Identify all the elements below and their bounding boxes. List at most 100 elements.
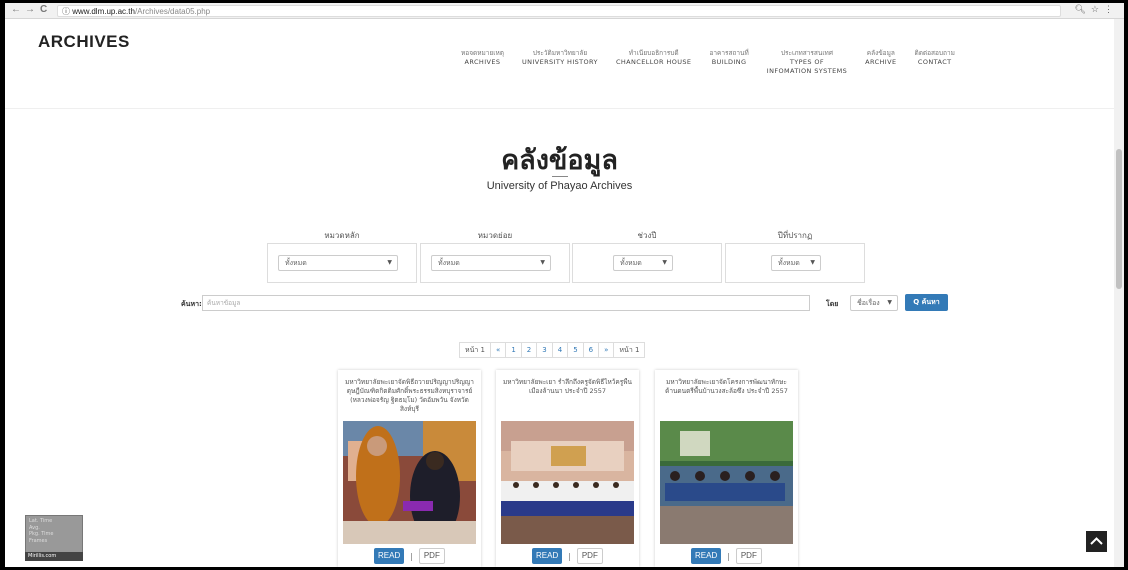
recording-hud: Lat. Time Avg. Pkg. Time Frames <box>25 515 83 553</box>
pager-page-6[interactable]: 6 <box>584 343 600 357</box>
nav-chancellor-th: ทำเนียบอธิการบดี <box>628 49 679 57</box>
nav-archives-th: หอจดหมายเหตุ <box>461 49 504 57</box>
chevron-down-icon: ▼ <box>887 299 892 306</box>
nav-types-en: TYPES OF <box>789 58 825 66</box>
action-separator: | <box>727 551 730 561</box>
nav-building[interactable]: อาคารสถานที่ BUILDING <box>700 49 757 76</box>
nav-types-th: ประเภทสารสนเทศ <box>780 49 833 57</box>
action-separator: | <box>410 551 413 561</box>
year-select[interactable]: ทั้งหมด ▼ <box>771 255 821 271</box>
nav-contact[interactable]: ติดต่อสอบถาม CONTACT <box>905 49 963 76</box>
pager-page-2[interactable]: 2 <box>522 343 538 357</box>
hud-brand: Mirillis.com <box>25 552 83 561</box>
archive-card: มหาวิทยาลัยพะเยาจัดโครงการพัฒนาทักษะด้าน… <box>655 370 798 567</box>
browser-actions[interactable]: 🔍︎☆⋮ <box>1075 4 1119 15</box>
nav-archives[interactable]: หอจดหมายเหตุ ARCHIVES <box>452 49 513 76</box>
pdf-button[interactable]: PDF <box>735 548 762 564</box>
search-label: ค้นหา: <box>181 300 202 308</box>
search-field-value: ชื่อเรื่อง <box>857 299 880 307</box>
nav-archive-en: ARCHIVE <box>865 58 897 66</box>
action-separator: | <box>568 551 571 561</box>
nav-chancellor-en: CHANCELLOR HOUSE <box>615 58 692 66</box>
filter-year-label: ปีที่ปรากฏ <box>777 231 813 240</box>
address-bar[interactable]: ⓘ www.dlm.up.ac.th/Archives/data05.php <box>57 5 1061 17</box>
site-logo[interactable]: ARCHIVES <box>38 32 130 52</box>
pager-current-label: หน้า 1 <box>460 343 492 357</box>
card-photo[interactable] <box>501 421 634 544</box>
filter-main-category-label: หมวดหลัก <box>324 231 360 240</box>
sub-category-select[interactable]: ทั้งหมด ▼ <box>431 255 551 271</box>
scrollbar-thumb[interactable] <box>1116 149 1122 289</box>
chevron-down-icon: ▼ <box>387 259 392 266</box>
nav-archive[interactable]: คลังข้อมูล ARCHIVE <box>856 49 905 76</box>
nav-contact-th: ติดต่อสอบถาม <box>914 49 955 57</box>
pager-page-4[interactable]: 4 <box>553 343 569 357</box>
nav-university-history[interactable]: ประวัติมหาวิทยาลัย UNIVERSITY HISTORY <box>513 49 607 76</box>
card-actions: READ | PDF <box>338 548 481 564</box>
read-button[interactable]: READ <box>691 548 722 564</box>
reload-icon[interactable]: C <box>40 4 47 15</box>
pdf-button[interactable]: PDF <box>576 548 603 564</box>
site-header: ARCHIVES หอจดหมายเหตุ ARCHIVES ประวัติมห… <box>5 19 1114 109</box>
card-title[interactable]: มหาวิทยาลัยพะเยา รำลึกถึงครูจัดพิธีไหว้ค… <box>501 378 634 414</box>
pager-prev[interactable]: « <box>491 343 507 357</box>
nav-types-of-information[interactable]: ประเภทสารสนเทศ TYPES OF INFOMATION SYSTE… <box>758 49 856 76</box>
url-host: www.dlm.up.ac.th <box>72 7 135 16</box>
filter-sub-category-box: ทั้งหมด ▼ <box>420 243 570 283</box>
pager-page-label: หน้า 1 <box>619 346 640 354</box>
nav-history-th: ประวัติมหาวิทยาลัย <box>532 49 588 57</box>
filter-sub-category-label: หมวดย่อย <box>477 231 513 240</box>
pager-page-1[interactable]: 1 <box>506 343 522 357</box>
ceremony-photo <box>343 421 476 544</box>
forward-icon[interactable]: → <box>25 4 35 15</box>
sub-category-value: ทั้งหมด <box>438 259 460 267</box>
browser-window: ← → C ⓘ www.dlm.up.ac.th/Archives/data05… <box>5 3 1124 567</box>
nav-types-en-2: INFOMATION SYSTEMS <box>766 67 848 75</box>
page-scrollbar[interactable] <box>1114 19 1124 567</box>
search-button[interactable]: Q ค้นหา <box>905 294 948 311</box>
archive-card: มหาวิทยาลัยพะเยาจัดพิธีถวายปริญญาปริญญาด… <box>338 370 481 567</box>
search-field-select[interactable]: ชื่อเรื่อง ▼ <box>850 295 898 311</box>
card-actions: READ | PDF <box>655 548 798 564</box>
pager-next[interactable]: » <box>599 343 615 357</box>
year-range-select[interactable]: ทั้งหมด ▼ <box>613 255 673 271</box>
chevron-up-icon <box>1090 537 1103 545</box>
card-photo[interactable] <box>660 421 793 544</box>
card-title[interactable]: มหาวิทยาลัยพะเยาจัดพิธีถวายปริญญาปริญญาด… <box>343 378 476 414</box>
read-button[interactable]: READ <box>532 548 563 564</box>
info-icon: ⓘ <box>62 7 70 16</box>
card-photo[interactable] <box>343 421 476 544</box>
page-title: คลังข้อมูล <box>501 145 618 176</box>
main-nav: หอจดหมายเหตุ ARCHIVES ประวัติมหาวิทยาลัย… <box>452 49 964 76</box>
hud-line: Frames <box>29 537 48 544</box>
card-actions: READ | PDF <box>496 548 639 564</box>
main-category-select[interactable]: ทั้งหมด ▼ <box>278 255 398 271</box>
year-value: ทั้งหมด <box>778 259 800 267</box>
year-range-value: ทั้งหมด <box>620 259 642 267</box>
filter-main-category-box: ทั้งหมด ▼ <box>267 243 417 283</box>
nav-contact-en: CONTACT <box>917 58 952 66</box>
back-to-top-button[interactable] <box>1086 531 1107 552</box>
main-category-value: ทั้งหมด <box>285 259 307 267</box>
nav-history-en: UNIVERSITY HISTORY <box>521 58 598 66</box>
card-title[interactable]: มหาวิทยาลัยพะเยาจัดโครงการพัฒนาทักษะด้าน… <box>660 378 793 414</box>
browser-toolbar: ← → C ⓘ www.dlm.up.ac.th/Archives/data05… <box>5 3 1124 19</box>
search-input[interactable]: ค้นหาข้อมูล <box>202 295 810 311</box>
archive-card: มหาวิทยาลัยพะเยา รำลึกถึงครูจัดพิธีไหว้ค… <box>496 370 639 567</box>
title-divider <box>552 176 568 177</box>
url-path: /Archives/data05.php <box>134 7 211 16</box>
nav-archives-en: ARCHIVES <box>464 58 501 66</box>
chevron-down-icon: ▼ <box>810 259 815 266</box>
search-by-label: โดย <box>826 300 839 308</box>
pager-page-5[interactable]: 5 <box>568 343 584 357</box>
back-icon[interactable]: ← <box>11 4 21 15</box>
pager-page-3[interactable]: 3 <box>537 343 553 357</box>
filter-year-box: ทั้งหมด ▼ <box>725 243 865 283</box>
filter-year-range-label: ช่วงปี <box>637 231 657 240</box>
read-button[interactable]: READ <box>374 548 405 564</box>
pdf-button[interactable]: PDF <box>418 548 445 564</box>
nav-archive-th: คลังข้อมูล <box>866 49 895 57</box>
chevron-down-icon: ▼ <box>662 259 667 266</box>
filter-year-range-box: ทั้งหมด ▼ <box>572 243 722 283</box>
nav-chancellor-house[interactable]: ทำเนียบอธิการบดี CHANCELLOR HOUSE <box>607 49 701 76</box>
